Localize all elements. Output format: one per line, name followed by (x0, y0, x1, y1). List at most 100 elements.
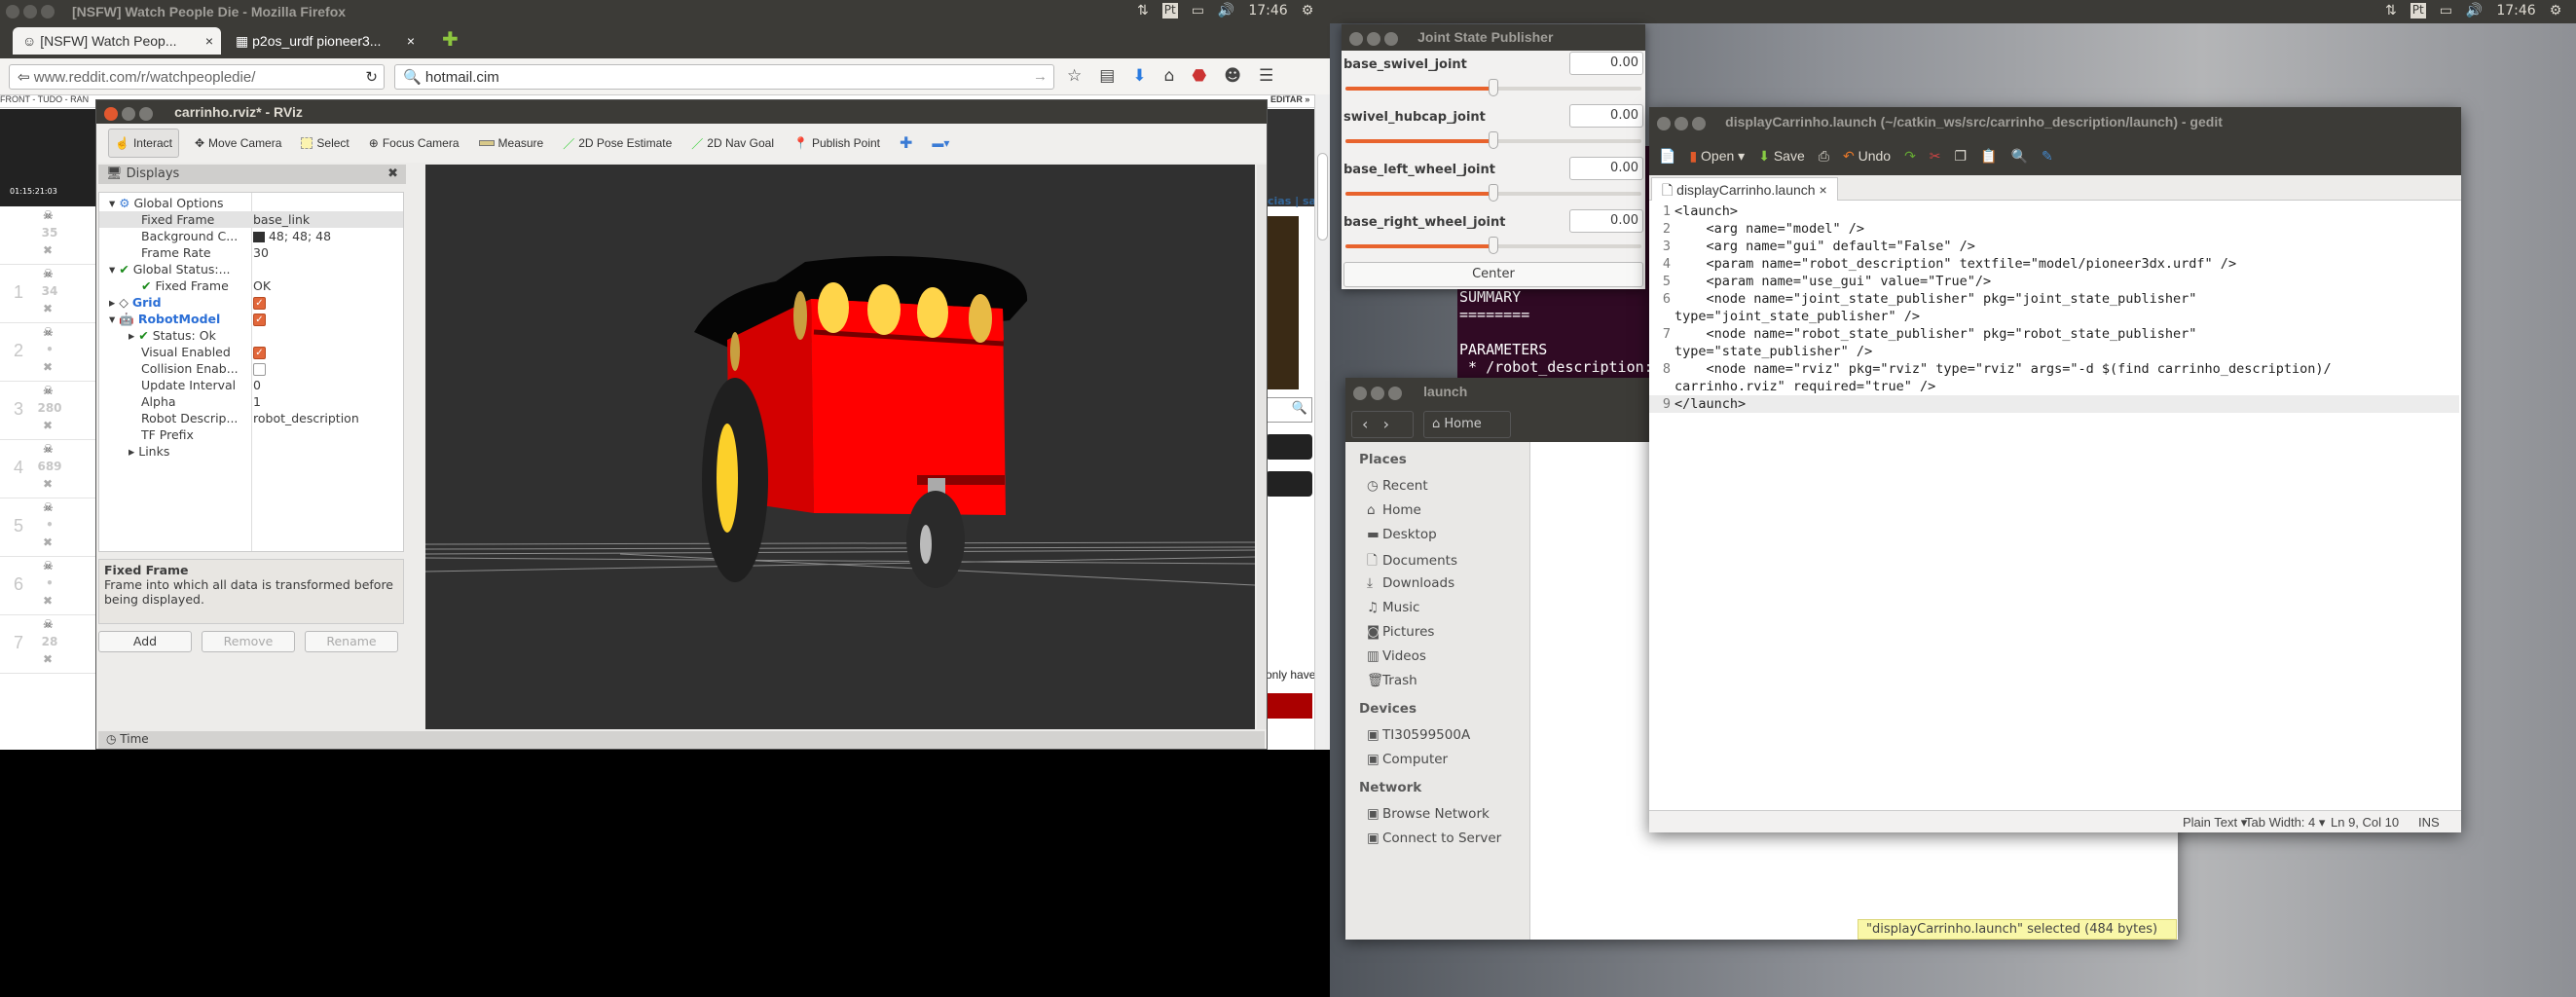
search-bar[interactable]: 🔍 hotmail.cim → (394, 64, 1054, 90)
downvote-icon[interactable]: ✖ (43, 302, 53, 315)
tool-measure[interactable]: Measure (475, 132, 548, 154)
color-swatch[interactable] (253, 232, 265, 242)
joint-value-input[interactable]: 0.00 (1569, 209, 1643, 233)
upvote-skull-icon[interactable]: ☠ (43, 500, 54, 514)
tree-row-robot-description[interactable]: Robot Descrip... robot_description (99, 410, 403, 426)
volume-icon[interactable]: 🔊 (2466, 3, 2483, 18)
minimize-icon[interactable] (1674, 116, 1688, 130)
upvote-skull-icon[interactable]: ☠ (43, 267, 54, 280)
paste-icon[interactable]: 📋 (1980, 148, 1997, 165)
tab-p2os[interactable]: ▦ p2os_urdf pioneer3... × (226, 27, 423, 55)
tree-row-update-interval[interactable]: Update Interval 0 (99, 377, 403, 393)
upvote-skull-icon[interactable]: ☠ (43, 325, 54, 339)
downvote-icon[interactable]: ✖ (43, 243, 53, 257)
back-forward-buttons[interactable]: ‹ › (1351, 411, 1414, 438)
post-row[interactable]: 6 ☠ • ✖ (0, 557, 97, 615)
maximize-icon[interactable] (1692, 116, 1706, 130)
downvote-icon[interactable]: ✖ (43, 419, 53, 432)
tool-focus-camera[interactable]: ⊕ Focus Camera (365, 132, 463, 154)
chat-icon[interactable]: ☻ (1224, 66, 1241, 86)
battery-icon[interactable]: ▭ (2440, 3, 2452, 18)
upvote-skull-icon[interactable]: ☠ (43, 559, 54, 572)
reading-list-icon[interactable]: ▤ (1099, 66, 1115, 86)
minimize-icon[interactable] (122, 106, 135, 121)
remove-display-button[interactable]: Remove (202, 631, 295, 652)
slider-handle[interactable] (1489, 79, 1498, 96)
scrollbar-thumb[interactable] (1317, 153, 1328, 240)
tree-row-global-status[interactable]: ▾ ✔ Global Status:... (99, 261, 403, 277)
center-button[interactable]: Center (1343, 262, 1643, 287)
tree-row-robot-model[interactable]: ▾ 🤖 RobotModel ✓ (99, 311, 403, 327)
bookmark-star-icon[interactable]: ☆ (1067, 66, 1082, 86)
post-row[interactable]: 5 ☠ • ✖ (0, 498, 97, 557)
subreddit-nav[interactable]: FRONT - TUDO - RAN (0, 94, 89, 104)
joint-slider[interactable] (1345, 184, 1641, 202)
tool-select[interactable]: Select (297, 132, 352, 154)
upvote-skull-icon[interactable]: ☠ (43, 208, 54, 222)
tool-2d-nav-goal[interactable]: ／ 2D Nav Goal (687, 131, 778, 156)
collision-enabled-checkbox[interactable] (253, 363, 266, 376)
close-icon[interactable] (1353, 386, 1367, 400)
sidebar-item-recent[interactable]: ◷ Recent (1367, 478, 1428, 494)
path-home-button[interactable]: ⌂ Home (1423, 411, 1511, 438)
visual-enabled-checkbox[interactable]: ✓ (253, 347, 266, 359)
keyboard-icon[interactable]: Pt (1161, 3, 1178, 18)
joint-value-input[interactable]: 0.00 (1569, 104, 1643, 128)
sidebar-item-trash[interactable]: 🗑Trash (1367, 673, 1417, 688)
adblock-icon[interactable]: ⬣ (1192, 66, 1206, 86)
sidebar-item-desktop[interactable]: ▬ Desktop (1367, 527, 1437, 542)
network-icon[interactable]: ⇅ (1137, 3, 1149, 18)
back-icon[interactable]: ⇦ (18, 69, 34, 86)
save-button[interactable]: ⬇ Save (1758, 148, 1805, 165)
page-scrollbar[interactable] (1314, 94, 1330, 750)
close-icon[interactable] (1657, 116, 1671, 130)
url-bar[interactable]: ⇦ www.reddit.com/r/watchpeopledie/↻ (9, 64, 385, 90)
sidebar-item-browse-network[interactable]: ▣ Browse Network (1367, 806, 1490, 822)
remove-tool-button[interactable]: ▬▾ (928, 132, 953, 154)
copy-icon[interactable]: ❐ (1955, 148, 1968, 165)
post-row[interactable]: 2 ☠ • ✖ (0, 323, 97, 382)
downvote-icon[interactable]: ✖ (43, 477, 53, 491)
maximize-icon[interactable] (1384, 31, 1398, 46)
new-tab-button[interactable]: ✚ (432, 27, 468, 55)
submit-link-button[interactable] (1266, 434, 1312, 460)
upvote-skull-icon[interactable]: ☠ (43, 617, 54, 631)
grid-enabled-checkbox[interactable]: ✓ (253, 297, 266, 310)
close-tab-icon[interactable]: × (205, 33, 213, 49)
maximize-icon[interactable] (1388, 386, 1402, 400)
close-tab-icon[interactable]: × (1819, 182, 1826, 198)
edit-link[interactable]: EDITAR » (1270, 94, 1309, 104)
tree-row-global-options[interactable]: ▾ ⚙ Global Options (99, 195, 403, 211)
back-icon[interactable]: ‹ (1362, 415, 1368, 433)
go-icon[interactable]: → (1033, 68, 1048, 85)
upvote-skull-icon[interactable]: ☠ (43, 384, 54, 397)
replace-icon[interactable]: ✎ (2042, 148, 2053, 165)
tab-reddit[interactable]: ☺ [NSFW] Watch Peop... × (13, 27, 221, 55)
slider-handle[interactable] (1489, 184, 1498, 202)
tree-row-status[interactable]: ▸ ✔ Status: Ok (99, 327, 403, 344)
tool-move-camera[interactable]: ✥ Move Camera (191, 132, 285, 154)
sidebar-item-videos[interactable]: ▥ Videos (1367, 648, 1426, 664)
add-display-button[interactable]: Add (98, 631, 192, 652)
post-row[interactable]: ☠ 35 ✖ (0, 206, 97, 265)
menu-icon[interactable]: ☰ (1259, 66, 1273, 86)
close-panel-icon[interactable]: ✖ (387, 166, 398, 181)
sidebar-item-pictures[interactable]: ◙ Pictures (1367, 624, 1434, 640)
downvote-icon[interactable]: ✖ (43, 594, 53, 608)
sidebar-item-ti30599500a[interactable]: ▣ TI30599500A (1367, 727, 1470, 743)
tree-row-alpha[interactable]: Alpha 1 (99, 393, 403, 410)
language-selector[interactable]: Plain Text ▾ (2183, 815, 2247, 831)
clock[interactable]: 17:46 (1248, 3, 1287, 18)
sidebar-item-downloads[interactable]: ⤓ Downloads (1367, 575, 1454, 591)
joint-slider[interactable] (1345, 237, 1641, 254)
sidebar-item-computer[interactable]: ▣ Computer (1367, 752, 1448, 767)
add-tool-button[interactable]: ✚ (896, 129, 916, 157)
editor-text-area[interactable]: 1 <launch> 2 <arg name="model" /> 3 <arg na… (1649, 203, 2459, 808)
post-row[interactable]: 4 ☠ 689 ✖ (0, 440, 97, 498)
home-icon[interactable]: ⌂ (1164, 66, 1175, 86)
gear-icon[interactable]: ⚙ (2550, 3, 2562, 18)
robot-model-enabled-checkbox[interactable]: ✓ (253, 314, 266, 326)
tree-row-visual-enabled[interactable]: Visual Enabled ✓ (99, 344, 403, 360)
open-button[interactable]: ▮ Open ▾ (1689, 148, 1745, 165)
reload-icon[interactable]: ↻ (365, 68, 378, 86)
